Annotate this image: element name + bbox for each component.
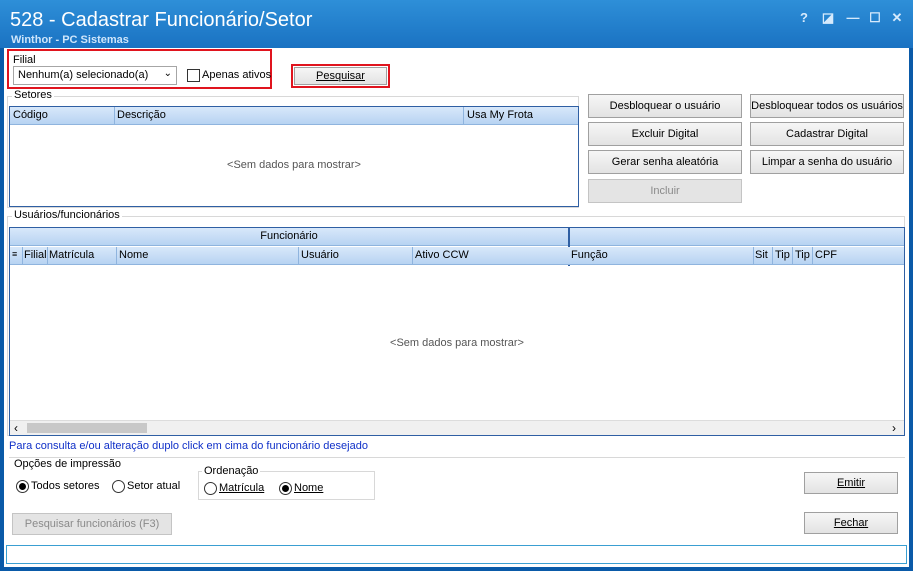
column-header-cpf[interactable]: CPF	[815, 249, 837, 261]
filial-select[interactable]: Nenhum(a) selecionado(a) ⌄	[13, 66, 177, 85]
column-header-tip-1[interactable]: Tip	[775, 249, 790, 261]
column-separator	[298, 247, 299, 265]
matricula-label: Matrícula	[219, 482, 264, 494]
pesquisar-button[interactable]: Pesquisar	[294, 67, 387, 85]
opcoes-title: Opções de impressão	[14, 458, 121, 470]
column-separator	[753, 247, 754, 265]
column-header-sit[interactable]: Sit	[755, 249, 771, 261]
nome-label-text: Nome	[294, 482, 324, 494]
desbloquear-usuario-button[interactable]: Desbloquear o usuário	[588, 94, 742, 118]
setor-atual-radio[interactable]	[112, 480, 125, 493]
apenas-ativos-label: Apenas ativos	[202, 69, 272, 81]
nome-radio[interactable]	[279, 482, 292, 495]
help-icon[interactable]: ?	[796, 10, 812, 25]
column-separator	[772, 247, 773, 265]
restore-icon[interactable]: ◪	[820, 10, 836, 26]
window-title: 528 - Cadastrar Funcionário/Setor	[10, 9, 313, 31]
maximize-icon[interactable]: ☐	[867, 10, 883, 26]
cadastrar-digital-button[interactable]: Cadastrar Digital	[750, 122, 904, 146]
setores-grid-header: Código Descrição Usa My Frota	[10, 107, 578, 125]
column-header-tip-2[interactable]: Tip	[795, 249, 810, 261]
column-chooser-icon[interactable]: ≡	[12, 249, 17, 259]
chevron-down-icon: ⌄	[163, 68, 172, 79]
client-area: Filial Nenhum(a) selecionado(a) ⌄ Apenas…	[4, 48, 909, 567]
column-header-filial[interactable]: Filial	[24, 249, 47, 261]
scroll-right-icon[interactable]: ›	[892, 421, 896, 435]
column-separator	[812, 247, 813, 265]
column-header-nome[interactable]: Nome	[119, 249, 148, 261]
column-separator	[412, 247, 413, 265]
nome-label: Nome	[294, 482, 323, 494]
emitir-label: Emitir	[836, 477, 866, 489]
todos-setores-label: Todos setores	[31, 480, 100, 492]
title-bar: 528 - Cadastrar Funcionário/Setor Wintho…	[0, 0, 913, 48]
column-header-codigo[interactable]: Código	[13, 109, 48, 121]
filial-select-value: Nenhum(a) selecionado(a)	[18, 69, 149, 81]
column-separator	[792, 247, 793, 265]
excluir-digital-button[interactable]: Excluir Digital	[588, 122, 742, 146]
fechar-label: Fechar	[833, 517, 869, 529]
column-header-usuario[interactable]: Usuário	[301, 249, 339, 261]
column-separator	[22, 247, 23, 265]
column-separator	[47, 247, 48, 265]
app-window: 528 - Cadastrar Funcionário/Setor Wintho…	[0, 0, 913, 571]
scroll-left-icon[interactable]: ‹	[14, 421, 18, 435]
minimize-icon[interactable]: —	[845, 10, 861, 25]
funcao-band	[570, 228, 904, 246]
gerar-senha-button[interactable]: Gerar senha aleatória	[588, 150, 742, 174]
column-header-usa-my-frota[interactable]: Usa My Frota	[467, 109, 533, 121]
apenas-ativos-checkbox[interactable]	[187, 69, 200, 82]
funcionario-band-label: Funcionário	[260, 230, 318, 242]
filial-label: Filial	[13, 54, 36, 66]
column-separator	[114, 107, 115, 125]
column-header-funcao[interactable]: Função	[571, 249, 608, 261]
fechar-button[interactable]: Fechar	[804, 512, 898, 534]
limpar-senha-button[interactable]: Limpar a senha do usuário	[750, 150, 904, 174]
setores-grid[interactable]: Código Descrição Usa My Frota <Sem dados…	[9, 106, 579, 207]
todos-setores-radio[interactable]	[16, 480, 29, 493]
setor-atual-label: Setor atual	[127, 480, 181, 492]
horizontal-scrollbar[interactable]: ‹ ›	[10, 420, 904, 435]
column-separator	[463, 107, 464, 125]
setores-empty-text: <Sem dados para mostrar>	[227, 159, 361, 171]
incluir-button[interactable]: Incluir	[588, 179, 742, 203]
matricula-radio[interactable]	[204, 482, 217, 495]
ordenacao-title: Ordenação	[202, 465, 261, 477]
pesquisar-label: Pesquisar	[316, 70, 365, 82]
status-bar	[6, 545, 907, 564]
close-icon[interactable]: ✕	[889, 10, 905, 26]
usuarios-empty-text: <Sem dados para mostrar>	[390, 337, 524, 349]
column-header-matricula[interactable]: Matrícula	[49, 249, 94, 261]
window-subtitle: Winthor - PC Sistemas	[11, 34, 129, 46]
scrollbar-thumb[interactable]	[27, 423, 147, 433]
column-header-ativo-ccw[interactable]: Ativo CCW	[415, 249, 469, 261]
divider	[9, 457, 905, 458]
desbloquear-todos-button[interactable]: Desbloquear todos os usuários	[750, 94, 904, 118]
hint-text: Para consulta e/ou alteração duplo click…	[9, 440, 368, 452]
column-separator	[116, 247, 117, 265]
column-header-descricao[interactable]: Descrição	[117, 109, 166, 121]
emitir-button[interactable]: Emitir	[804, 472, 898, 494]
matricula-label-text: Matrícula	[219, 482, 265, 494]
pesquisar-funcionarios-button[interactable]: Pesquisar funcionários (F3)	[12, 513, 172, 535]
usuarios-title: Usuários/funcionários	[12, 209, 122, 221]
usuarios-grid-header: ≡ Filial Matrícula Nome Usuário Ativo CC…	[10, 247, 904, 265]
setores-title: Setores	[12, 89, 54, 101]
usuarios-grid[interactable]: Funcionário ≡ Filial Matrícula Nome Usuá…	[9, 227, 905, 436]
funcionario-band: Funcionário	[10, 228, 568, 246]
